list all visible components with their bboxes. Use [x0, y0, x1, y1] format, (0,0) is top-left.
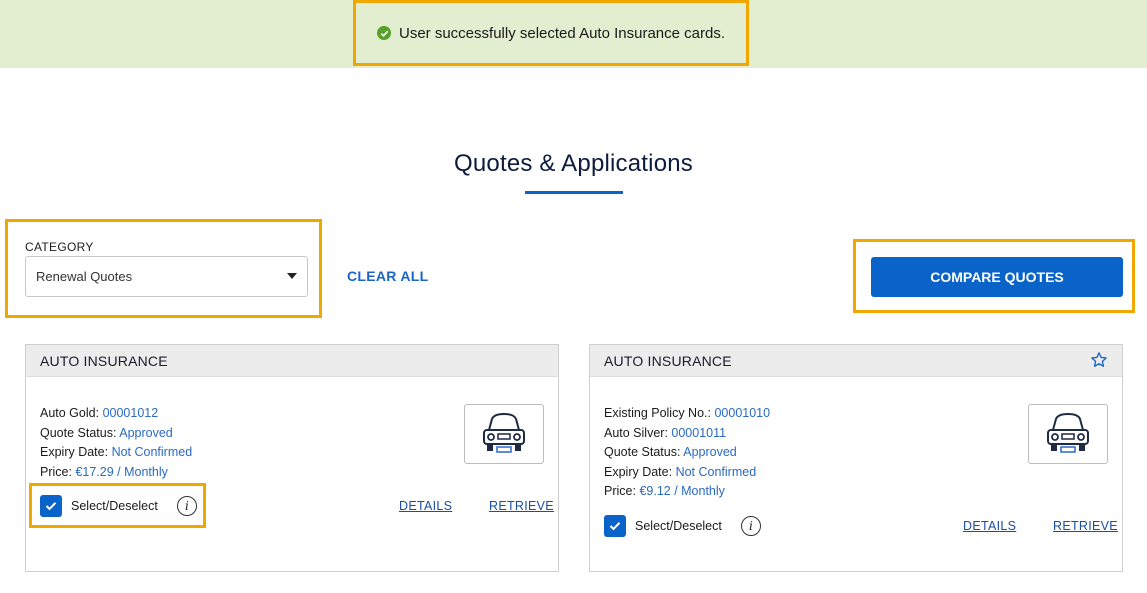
select-highlight — [29, 483, 206, 528]
quote-card: AUTO INSURANCE Auto Gold: 00001012 Quote… — [25, 344, 559, 572]
detail-line: Auto Silver: 00001011 — [604, 425, 727, 440]
retrieve-link[interactable]: RETRIEVE — [489, 499, 554, 513]
clear-all-link[interactable]: CLEAR ALL — [347, 268, 429, 284]
caret-down-icon — [287, 273, 297, 279]
category-select-value: Renewal Quotes — [36, 269, 133, 284]
select-deselect-label: Select/Deselect — [635, 519, 722, 533]
category-select[interactable]: Renewal Quotes — [25, 256, 308, 297]
detail-line: Auto Gold: 00001012 — [40, 406, 159, 420]
category-label: CATEGORY — [25, 240, 94, 254]
detail-line: Price: €17.29 / Monthly — [40, 464, 168, 479]
category-filter: CATEGORY Renewal Quotes — [5, 219, 322, 318]
quote-card: AUTO INSURANCE Existing Policy No.: 0000… — [589, 344, 1123, 572]
details-link[interactable]: DETAILS — [963, 519, 1016, 533]
success-message-text: User successfully selected Auto Insuranc… — [399, 24, 725, 42]
info-icon[interactable]: i — [740, 516, 761, 536]
check-circle-icon — [377, 26, 391, 40]
success-banner: User successfully selected Auto Insuranc… — [0, 0, 1147, 68]
detail-line: Quote Status: Approved — [604, 445, 737, 459]
select-deselect-control[interactable]: Select/Deselect i — [604, 515, 761, 537]
title-underline — [525, 191, 623, 194]
card-details: Auto Gold: 00001012 Quote Status: Approv… — [40, 404, 192, 482]
compare-quotes-area: COMPARE QUOTES — [853, 239, 1135, 313]
select-checkbox[interactable] — [604, 515, 626, 537]
card-title: AUTO INSURANCE — [604, 352, 732, 369]
details-link[interactable]: DETAILS — [399, 499, 452, 513]
detail-line: Quote Status: Approved — [40, 425, 173, 440]
star-outline-icon[interactable] — [1090, 351, 1108, 372]
card-header: AUTO INSURANCE — [590, 345, 1122, 377]
car-icon — [1028, 404, 1108, 464]
detail-line: Existing Policy No.: 00001010 — [604, 406, 771, 420]
card-details: Existing Policy No.: 00001010 Auto Silve… — [604, 404, 770, 502]
card-title: AUTO INSURANCE — [40, 352, 168, 369]
compare-quotes-button[interactable]: COMPARE QUOTES — [871, 257, 1123, 297]
detail-line: Price: €9.12 / Monthly — [604, 484, 725, 498]
detail-line: Expiry Date: Not Confirmed — [604, 464, 757, 479]
success-message: User successfully selected Auto Insuranc… — [353, 0, 749, 66]
retrieve-link[interactable]: RETRIEVE — [1053, 519, 1118, 533]
detail-line: Expiry Date: Not Confirmed — [40, 445, 193, 459]
page-title: Quotes & Applications — [453, 150, 693, 177]
card-header: AUTO INSURANCE — [26, 345, 558, 377]
car-icon — [464, 404, 544, 464]
